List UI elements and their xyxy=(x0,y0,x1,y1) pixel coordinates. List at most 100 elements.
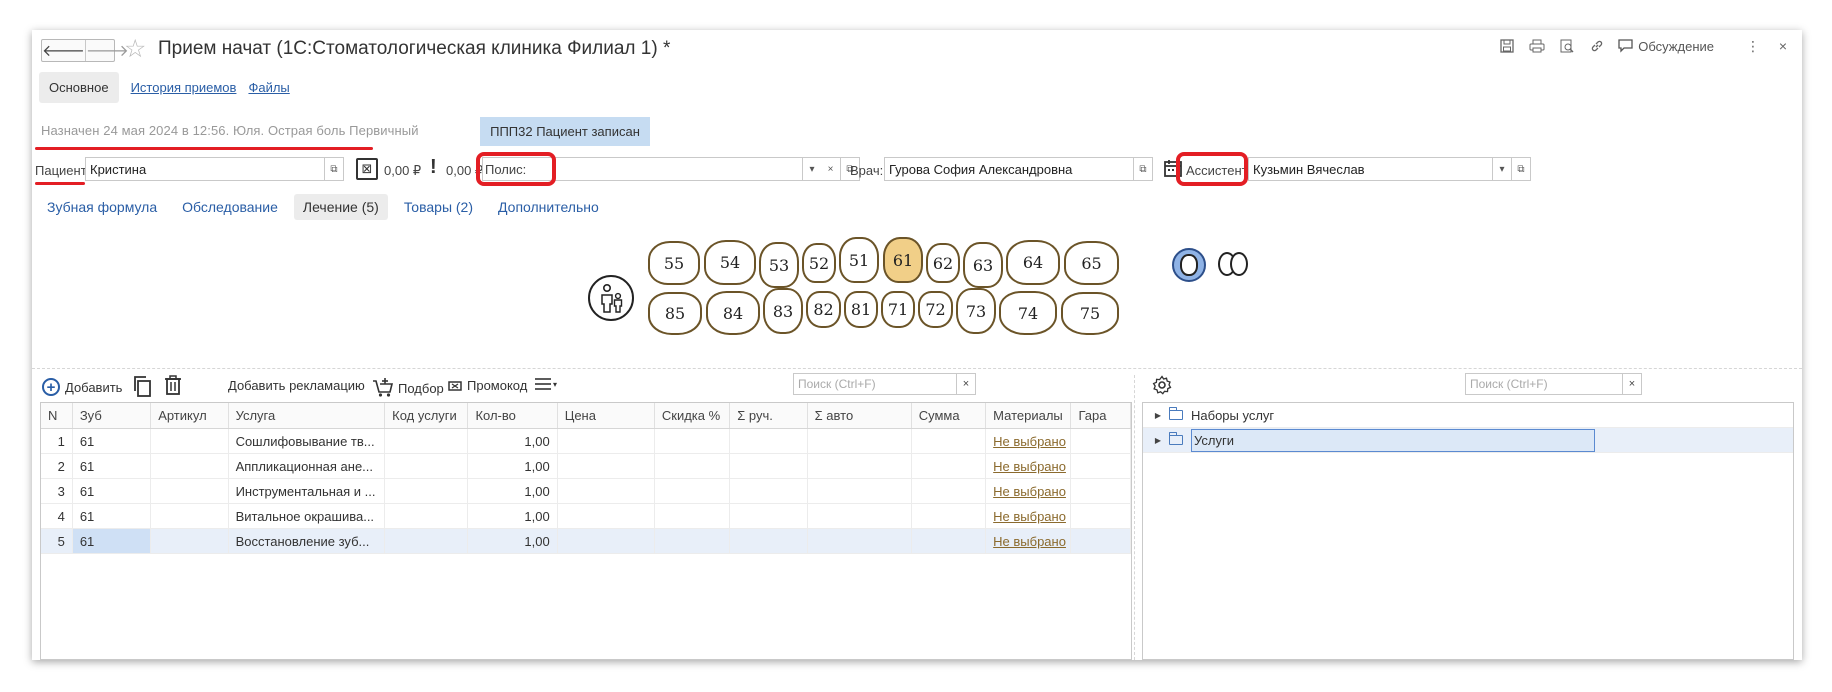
tooth-75[interactable]: 75 xyxy=(1061,292,1119,335)
preview-icon[interactable] xyxy=(1558,37,1576,55)
cell-service: Аппликационная ане... xyxy=(229,454,386,478)
col-tooth[interactable]: Зуб xyxy=(73,403,152,428)
table-search-clear-icon[interactable]: × xyxy=(956,373,976,395)
tab-goods[interactable]: Товары (2) xyxy=(395,194,482,220)
table-row[interactable]: 3 61 Инструментальная и ... 1,00 Не выбр… xyxy=(41,479,1131,504)
tooth-63[interactable]: 63 xyxy=(963,242,1003,288)
status-badge[interactable]: ППП32 Пациент записан xyxy=(480,117,650,146)
doctor-field[interactable]: Гурова София Александровна xyxy=(884,157,1134,181)
patient-field[interactable]: Кристина xyxy=(85,157,342,181)
add-button[interactable]: + Добавить xyxy=(42,378,122,396)
save-icon[interactable] xyxy=(1498,37,1516,55)
link-icon[interactable] xyxy=(1588,37,1606,55)
policy-clear-icon[interactable]: × xyxy=(821,157,841,181)
materials-link[interactable]: Не выбрано xyxy=(986,429,1072,453)
col-price[interactable]: Цена xyxy=(558,403,655,428)
tab-history[interactable]: История приемов xyxy=(131,80,237,95)
tree-item-service-sets[interactable]: ▶ Наборы услуг xyxy=(1143,403,1793,428)
col-service[interactable]: Услуга xyxy=(229,403,386,428)
promo-button[interactable]: Промокод xyxy=(448,378,527,393)
wallet-icon[interactable]: ⊠ xyxy=(356,158,378,180)
tree-item-services[interactable]: ▶ Услуги xyxy=(1143,428,1793,453)
materials-link[interactable]: Не выбрано xyxy=(986,529,1072,553)
materials-link[interactable]: Не выбрано xyxy=(986,479,1072,503)
table-row[interactable]: 1 61 Сошлифовывание тв... 1,00 Не выбран… xyxy=(41,429,1131,454)
tab-additional[interactable]: Дополнительно xyxy=(489,194,608,220)
tooth-53[interactable]: 53 xyxy=(759,242,799,288)
tooth-55[interactable]: 55 xyxy=(648,241,700,285)
col-guarantee[interactable]: Гара xyxy=(1071,403,1131,428)
view-single-tooth-icon[interactable] xyxy=(1172,248,1206,282)
tooth-72[interactable]: 72 xyxy=(918,291,953,328)
cell-discount xyxy=(655,454,731,478)
col-n[interactable]: N xyxy=(41,403,73,428)
pick-label: Подбор xyxy=(398,380,444,396)
tab-main[interactable]: Основное xyxy=(39,71,119,103)
tree-search-clear-icon[interactable]: × xyxy=(1622,373,1642,395)
col-article[interactable]: Артикул xyxy=(151,403,229,428)
table-search-input[interactable]: Поиск (Ctrl+F) xyxy=(793,373,957,395)
col-sum-auto[interactable]: Σ авто xyxy=(808,403,912,428)
print-icon[interactable] xyxy=(1528,37,1546,55)
tooth-64[interactable]: 64 xyxy=(1006,240,1060,285)
gear-icon[interactable] xyxy=(1152,375,1172,398)
tooth-81[interactable]: 81 xyxy=(844,291,878,328)
table-row[interactable]: 4 61 Витальное окрашива... 1,00 Не выбра… xyxy=(41,504,1131,529)
tooth-73[interactable]: 73 xyxy=(956,288,996,334)
view-double-tooth-icon[interactable] xyxy=(1218,252,1248,276)
form-tabs: Основное История приемов Файлы xyxy=(39,71,290,103)
close-icon[interactable]: × xyxy=(1774,37,1792,55)
expand-arrow-icon[interactable]: ▶ xyxy=(1147,411,1169,420)
copy-icon[interactable] xyxy=(132,375,152,400)
assistant-open-icon[interactable]: ⧉ xyxy=(1511,157,1531,181)
add-claim-button[interactable]: Добавить рекламацию xyxy=(228,378,365,393)
tab-examination[interactable]: Обследование xyxy=(173,194,287,220)
assistant-field[interactable]: Кузьмин Вячеслав xyxy=(1248,157,1510,181)
tooth-84[interactable]: 84 xyxy=(706,291,760,335)
tooth-62[interactable]: 62 xyxy=(926,243,960,283)
favorite-star-icon[interactable]: ☆ xyxy=(124,34,146,64)
tooth-74[interactable]: 74 xyxy=(999,291,1057,335)
tooth-65[interactable]: 65 xyxy=(1064,241,1119,285)
table-row[interactable]: 2 61 Аппликационная ане... 1,00 Не выбра… xyxy=(41,454,1131,479)
child-patient-icon[interactable] xyxy=(588,275,634,321)
tree-search-input[interactable]: Поиск (Ctrl+F) xyxy=(1465,373,1623,395)
expand-arrow-icon[interactable]: ▶ xyxy=(1147,436,1169,445)
policy-dropdown-icon[interactable]: ▾ xyxy=(802,157,822,181)
tab-files[interactable]: Файлы xyxy=(248,80,289,95)
patient-open-icon[interactable]: ⧉ xyxy=(324,157,344,181)
col-materials[interactable]: Материалы xyxy=(986,403,1072,428)
tooth-52[interactable]: 52 xyxy=(802,243,836,283)
forward-button[interactable]: 🡒 xyxy=(84,40,129,61)
pick-button[interactable]: Подбор xyxy=(372,378,444,398)
col-sum-manual[interactable]: Σ руч. xyxy=(730,403,808,428)
back-button[interactable]: 🡐 xyxy=(42,40,85,61)
tooth-85[interactable]: 85 xyxy=(648,292,702,335)
more-icon[interactable]: ⋮ xyxy=(1744,37,1762,55)
col-sum[interactable]: Сумма xyxy=(912,403,987,428)
delete-icon[interactable] xyxy=(164,375,182,398)
materials-link[interactable]: Не выбрано xyxy=(986,504,1072,528)
col-discount[interactable]: Скидка % xyxy=(655,403,731,428)
table-row-selected[interactable]: 5 61 Восстановление зуб... 1,00 Не выбра… xyxy=(41,529,1131,554)
doctor-open-icon[interactable]: ⧉ xyxy=(1133,157,1153,181)
cell-article xyxy=(151,529,229,553)
cell-n: 5 xyxy=(41,529,73,553)
tooth-51[interactable]: 51 xyxy=(839,237,879,283)
cell-sum xyxy=(912,454,987,478)
tooth-83[interactable]: 83 xyxy=(763,288,803,334)
tab-treatment[interactable]: Лечение (5) xyxy=(293,194,388,220)
discussion-button[interactable]: Обсуждение xyxy=(1618,39,1714,54)
col-qty[interactable]: Кол-во xyxy=(468,403,558,428)
assistant-dropdown-icon[interactable]: ▾ xyxy=(1492,157,1512,181)
tree-item-label: Услуги xyxy=(1191,428,1595,452)
materials-link[interactable]: Не выбрано xyxy=(986,454,1072,478)
tooth-54[interactable]: 54 xyxy=(704,240,756,285)
col-service-code[interactable]: Код услуги xyxy=(385,403,469,428)
tab-tooth-formula[interactable]: Зубная формула xyxy=(38,194,166,220)
more-actions-button[interactable]: ▾ xyxy=(535,378,557,390)
tooth-61[interactable]: 61 xyxy=(883,237,923,283)
tooth-82[interactable]: 82 xyxy=(806,291,841,328)
cell-tooth: 61 xyxy=(72,529,152,553)
tooth-71[interactable]: 71 xyxy=(881,291,915,328)
